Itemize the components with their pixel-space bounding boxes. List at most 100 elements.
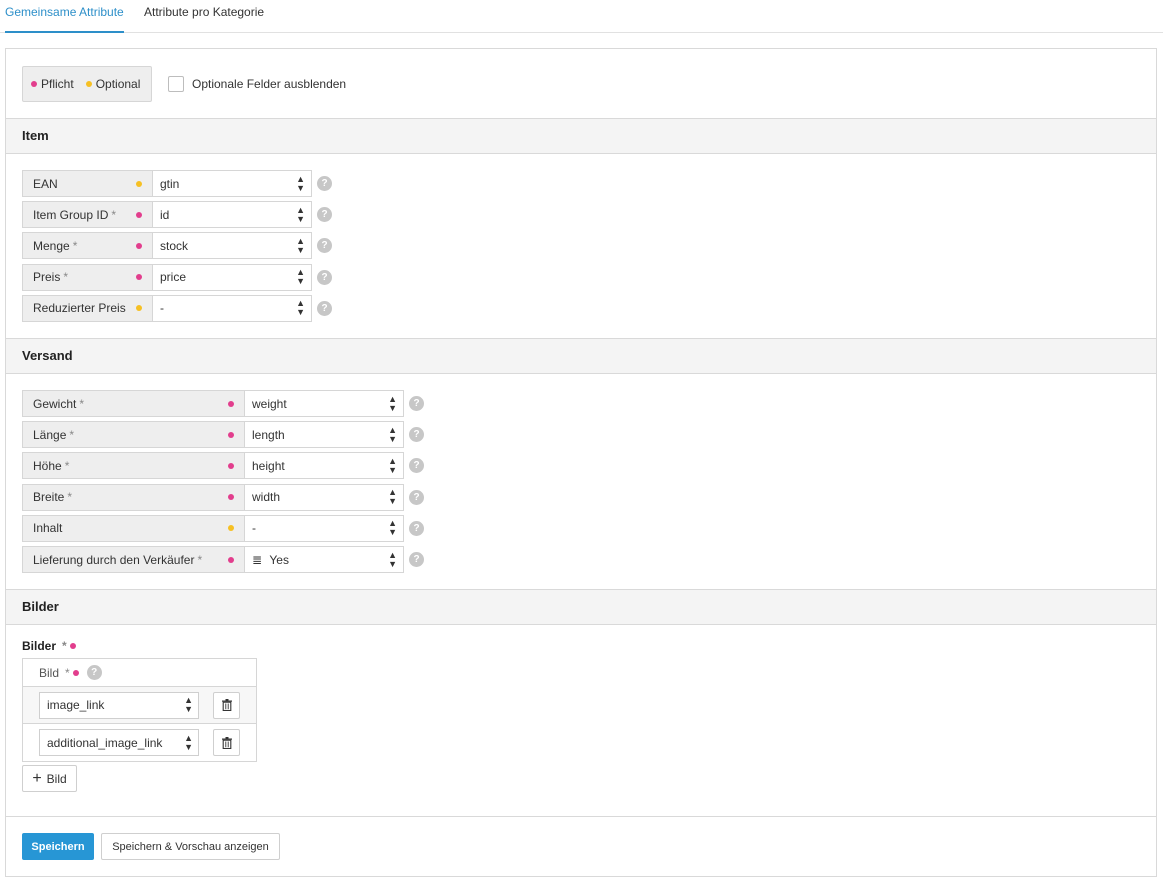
hide-optional-checkbox[interactable]	[168, 76, 184, 92]
delete-row-button[interactable]	[213, 729, 240, 756]
field-label: Lieferung durch den Verkäufer *	[22, 546, 244, 573]
field-select-value-wrap: length	[252, 428, 285, 442]
field-select-value: -	[160, 301, 164, 316]
help-icon[interactable]: ?	[409, 552, 424, 567]
field-label-text: Gewicht *	[33, 397, 84, 411]
section-versand-header: Versand	[6, 338, 1156, 374]
required-dot-icon	[228, 431, 234, 438]
field-select-value: id	[160, 207, 170, 222]
sort-caret-icon: ▲ ▼	[388, 549, 397, 569]
help-icon[interactable]: ?	[86, 665, 102, 680]
trash-icon	[221, 736, 232, 749]
field-label-text: Breite *	[33, 490, 72, 504]
image-select[interactable]: image_link ▲ ▼	[39, 691, 199, 719]
delete-row-button[interactable]	[213, 691, 240, 719]
section-item-header: Item	[6, 118, 1156, 154]
field-select[interactable]: length ▲ ▼	[244, 421, 404, 449]
field-select-value: price	[160, 270, 187, 285]
help-icon[interactable]: ?	[317, 207, 332, 223]
sort-caret-icon: ▲ ▼	[296, 267, 305, 287]
field-label-text: Preis *	[33, 270, 68, 284]
field-label-text: Lieferung durch den Verkäufer *	[33, 553, 202, 567]
legend-optional: Optional	[85, 77, 141, 91]
help-icon[interactable]: ?	[409, 489, 424, 505]
sort-caret-icon: ▲ ▼	[388, 518, 397, 538]
required-dot-icon	[136, 242, 142, 249]
save-button[interactable]: Speichern	[22, 833, 94, 860]
tab-common-attributes[interactable]: Gemeinsame Attribute	[5, 0, 124, 33]
help-icon[interactable]: ?	[409, 396, 424, 411]
images-table: Bild * ? image_link ▲ ▼ additional_image_…	[22, 658, 257, 762]
required-dot-icon	[69, 643, 76, 649]
image-row: additional_image_link ▲ ▼	[23, 724, 256, 761]
required-star: *	[72, 238, 78, 253]
field-select-value-wrap: weight	[252, 397, 287, 411]
legend-required: Pflicht	[31, 77, 74, 91]
save-preview-button[interactable]: Speichern & Vorschau anzeigen	[101, 833, 280, 860]
field-label-text: Länge *	[33, 428, 74, 442]
help-icon[interactable]: ?	[409, 427, 424, 443]
add-image-button[interactable]: + Bild	[22, 765, 77, 792]
field-select-value-wrap: -	[160, 301, 164, 315]
field-label: Reduzierter Preis	[22, 294, 152, 322]
field-select[interactable]: - ▲ ▼	[244, 514, 404, 542]
field-label: Breite *	[22, 483, 244, 511]
field-select[interactable]: weight ▲ ▼	[244, 390, 404, 417]
help-icon[interactable]: ?	[409, 520, 424, 536]
required-star: *	[64, 458, 70, 473]
legend-optional-label: Optional	[95, 77, 141, 91]
field-label: Länge *	[22, 421, 244, 449]
help-icon[interactable]: ?	[317, 300, 332, 316]
help-icon[interactable]: ?	[409, 458, 424, 474]
optional-dot-icon	[85, 81, 92, 87]
optional-dot-icon	[228, 525, 234, 532]
field-label-name: Item Group ID	[33, 207, 109, 222]
sort-caret-icon: ▲ ▼	[388, 455, 397, 475]
field-select[interactable]: id ▲ ▼	[152, 201, 312, 229]
field-label-name: Lieferung durch den Verkäufer	[33, 552, 195, 567]
field-select[interactable]: - ▲ ▼	[152, 294, 312, 322]
required-dot-icon	[136, 211, 142, 218]
help-icon[interactable]: ?	[317, 269, 332, 285]
field-select[interactable]: stock ▲ ▼	[152, 232, 312, 260]
field-select-value-wrap: price	[160, 270, 186, 284]
images-group-label: Bilder *	[22, 639, 76, 653]
field-select-value: length	[252, 427, 285, 442]
required-star: *	[67, 490, 73, 505]
hide-optional-toggle[interactable]: Optionale Felder ausblenden	[168, 76, 346, 92]
field-label-name: Menge	[33, 238, 70, 253]
required-dot-icon	[228, 400, 234, 407]
field-select[interactable]: price ▲ ▼	[152, 263, 312, 291]
image-select[interactable]: additional_image_link ▲ ▼	[39, 729, 199, 756]
field-row-versand: Höhe * height ▲ ▼?	[22, 452, 424, 480]
field-label-name: EAN	[33, 176, 58, 191]
field-row-item: EAN gtin ▲ ▼?	[22, 170, 332, 197]
sort-caret-icon: ▲ ▼	[388, 424, 397, 444]
field-select-value-wrap: height	[252, 459, 285, 473]
field-select[interactable]: width ▲ ▼	[244, 483, 404, 511]
field-select-value: height	[252, 458, 285, 473]
field-select[interactable]: ≣ Yes ▲ ▼	[244, 546, 404, 573]
required-star: *	[69, 427, 75, 442]
field-label-name: Preis	[33, 270, 61, 285]
sort-caret-icon: ▲ ▼	[388, 487, 397, 507]
field-row-versand: Breite * width ▲ ▼?	[22, 483, 424, 511]
field-label-text: EAN	[33, 177, 58, 191]
help-icon[interactable]: ?	[317, 238, 332, 254]
trash-icon	[221, 699, 232, 711]
field-select-value-wrap: -	[252, 521, 256, 535]
tab-category-attributes[interactable]: Attribute pro Kategorie	[144, 0, 264, 33]
field-label: Höhe *	[22, 452, 244, 480]
field-select[interactable]: height ▲ ▼	[244, 452, 404, 480]
sort-caret-icon: ▲ ▼	[296, 204, 305, 224]
field-select[interactable]: gtin ▲ ▼	[152, 170, 312, 197]
field-label-text: Höhe *	[33, 459, 69, 473]
tab-bar: Gemeinsame Attribute Attribute pro Kateg…	[0, 0, 1163, 33]
optional-dot-icon	[136, 305, 142, 312]
field-row-item: Preis * price ▲ ▼?	[22, 263, 332, 291]
image-select-value: additional_image_link	[47, 735, 163, 750]
field-select-value: width	[252, 490, 281, 505]
help-icon[interactable]: ?	[317, 176, 332, 191]
field-row-versand: Lieferung durch den Verkäufer * ≣ Yes ▲ ▼?	[22, 546, 424, 573]
field-label-name: Länge	[33, 427, 67, 442]
